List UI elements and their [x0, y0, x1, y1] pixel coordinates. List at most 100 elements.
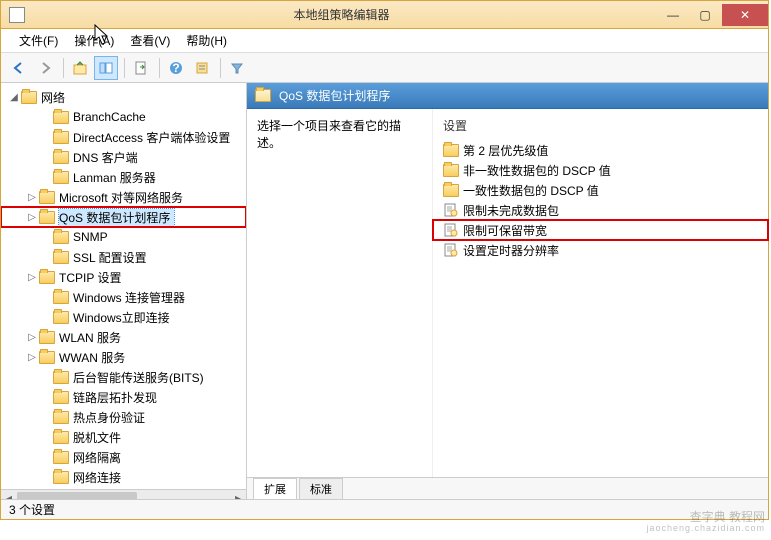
tree-label: WLAN 服务 [59, 329, 125, 346]
tree-item[interactable]: 网络隔离 [1, 447, 246, 467]
separator [159, 58, 160, 78]
folder-icon [39, 211, 55, 224]
menu-action[interactable]: 操作(A) [66, 30, 122, 51]
setting-policy[interactable]: 限制未完成数据包 [433, 200, 768, 220]
status-bar: 3 个设置 [1, 499, 768, 519]
tree-label: SNMP [73, 230, 112, 244]
back-button[interactable] [7, 56, 31, 80]
policy-icon [443, 202, 459, 218]
properties-button[interactable] [190, 56, 214, 80]
setting-label: 一致性数据包的 DSCP 值 [463, 182, 599, 199]
setting-folder[interactable]: 第 2 层优先级值 [433, 140, 768, 160]
setting-policy[interactable]: 限制可保留带宽 [433, 220, 768, 240]
menu-bar: 文件(F) 操作(A) 查看(V) 帮助(H) [1, 29, 768, 53]
tree-item[interactable]: 后台智能传送服务(BITS) [1, 367, 246, 387]
tree-item[interactable]: 链路层拓扑发现 [1, 387, 246, 407]
setting-folder[interactable]: 非一致性数据包的 DSCP 值 [433, 160, 768, 180]
svg-text:?: ? [172, 61, 179, 75]
close-button[interactable]: ✕ [722, 4, 768, 26]
description-text: 选择一个项目来查看它的描述。 [257, 117, 422, 151]
status-text: 3 个设置 [9, 501, 55, 518]
setting-folder[interactable]: 一致性数据包的 DSCP 值 [433, 180, 768, 200]
menu-help[interactable]: 帮助(H) [178, 30, 235, 51]
tabs-row: 扩展 标准 [247, 477, 768, 499]
forward-button[interactable] [33, 56, 57, 80]
description-column: 选择一个项目来查看它的描述。 [247, 109, 433, 477]
tree-item[interactable]: SNMP [1, 227, 246, 247]
tree-item[interactable]: SSL 配置设置 [1, 247, 246, 267]
tree-label: 脱机文件 [73, 429, 125, 446]
folder-icon [443, 164, 459, 177]
setting-label: 设置定时器分辨率 [463, 242, 559, 259]
tree-item[interactable]: 脱机文件 [1, 427, 246, 447]
tree-item[interactable]: DNS 客户端 [1, 147, 246, 167]
minimize-button[interactable]: — [658, 4, 688, 26]
tree-item[interactable]: 网络连接 [1, 467, 246, 487]
expand-icon[interactable]: ▷ [25, 192, 39, 203]
tree-item[interactable]: DirectAccess 客户端体验设置 [1, 127, 246, 147]
collapse-icon[interactable]: ◢ [7, 92, 21, 103]
tree-label: BranchCache [73, 110, 150, 124]
app-icon [9, 7, 25, 23]
tree-label: QoS 数据包计划程序 [59, 209, 174, 226]
folder-icon [53, 411, 69, 424]
scroll-left-arrow[interactable]: ◂ [1, 490, 17, 499]
folder-icon [53, 371, 69, 384]
separator [63, 58, 64, 78]
tree-item[interactable]: ▷ Microsoft 对等网络服务 [1, 187, 246, 207]
title-bar: 本地组策略编辑器 — ▢ ✕ [1, 1, 768, 29]
tree-label: WWAN 服务 [59, 349, 129, 366]
tree-label: Microsoft 对等网络服务 [59, 189, 187, 206]
tree-label: 热点身份验证 [73, 409, 149, 426]
folder-icon [443, 184, 459, 197]
help-button[interactable]: ? [164, 56, 188, 80]
tree-label: 网络连接 [73, 469, 125, 486]
expand-icon[interactable]: ▷ [25, 272, 39, 283]
tree-item[interactable]: Windows立即连接 [1, 307, 246, 327]
tree-item[interactable]: ▷ WWAN 服务 [1, 347, 246, 367]
maximize-button[interactable]: ▢ [690, 4, 720, 26]
folder-icon [53, 151, 69, 164]
tree-item[interactable]: ▷ QoS 数据包计划程序 [1, 207, 246, 227]
folder-icon [53, 231, 69, 244]
folder-icon [53, 311, 69, 324]
folder-icon [255, 89, 271, 102]
details-pane: QoS 数据包计划程序 选择一个项目来查看它的描述。 设置 第 2 层优先级值非… [247, 83, 768, 499]
expand-icon[interactable]: ▷ [25, 332, 39, 343]
folder-icon [53, 431, 69, 444]
setting-label: 第 2 层优先级值 [463, 142, 548, 159]
folder-icon [39, 271, 55, 284]
scroll-right-arrow[interactable]: ▸ [230, 490, 246, 499]
expand-icon[interactable]: ▷ [25, 212, 39, 223]
scroll-thumb[interactable] [17, 492, 137, 499]
menu-view[interactable]: 查看(V) [122, 30, 178, 51]
tree-label: SSL 配置设置 [73, 249, 151, 266]
setting-label: 限制可保留带宽 [463, 222, 547, 239]
tree-item[interactable]: Windows 连接管理器 [1, 287, 246, 307]
up-button[interactable] [68, 56, 92, 80]
tree-item[interactable]: ▷TCPIP 设置 [1, 267, 246, 287]
tree-item[interactable]: Lanman 服务器 [1, 167, 246, 187]
setting-label: 非一致性数据包的 DSCP 值 [463, 162, 611, 179]
folder-icon [39, 351, 55, 364]
tab-standard[interactable]: 标准 [299, 478, 343, 499]
tree-label: 链路层拓扑发现 [73, 389, 161, 406]
setting-policy[interactable]: 设置定时器分辨率 [433, 240, 768, 260]
tree-label: Lanman 服务器 [73, 169, 160, 186]
tree-label: 网络隔离 [73, 449, 125, 466]
folder-icon [53, 251, 69, 264]
horizontal-scrollbar[interactable]: ◂ ▸ [1, 489, 246, 499]
tree-pane[interactable]: ◢ 网络 BranchCache DirectAccess 客户端体验设置DNS … [1, 83, 247, 499]
filter-button[interactable] [225, 56, 249, 80]
tree-item[interactable]: 热点身份验证 [1, 407, 246, 427]
expand-icon[interactable]: ▷ [25, 352, 39, 363]
menu-file[interactable]: 文件(F) [11, 30, 66, 51]
tree-item[interactable]: BranchCache [1, 107, 246, 127]
tree-item[interactable]: ▷ WLAN 服务 [1, 327, 246, 347]
content-header: QoS 数据包计划程序 [247, 83, 768, 109]
folder-icon [39, 191, 55, 204]
tab-extended[interactable]: 扩展 [253, 478, 297, 499]
export-button[interactable] [129, 56, 153, 80]
show-hide-tree-button[interactable] [94, 56, 118, 80]
tree-root[interactable]: ◢ 网络 [1, 87, 246, 107]
